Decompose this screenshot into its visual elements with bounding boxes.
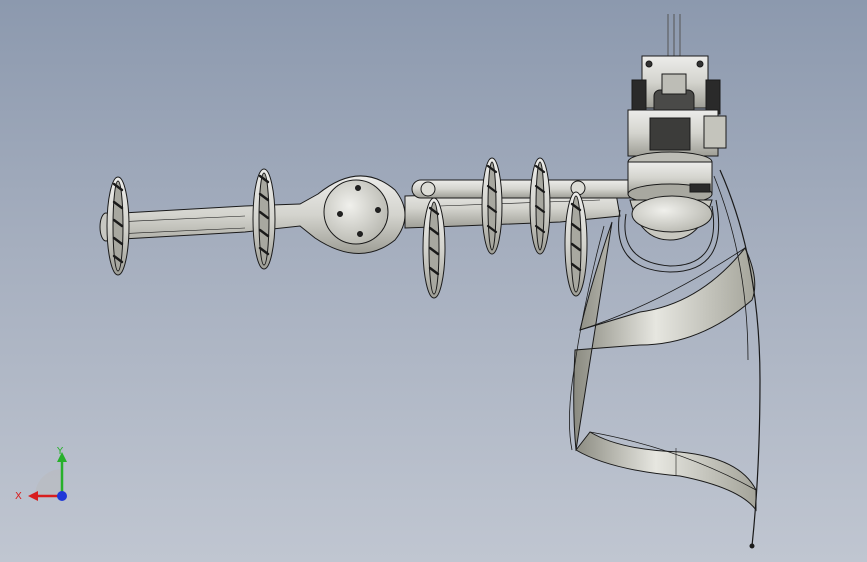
y-axis-label: Y <box>56 446 64 457</box>
wrist-hub[interactable] <box>618 195 720 273</box>
main-arm[interactable] <box>99 175 406 254</box>
coordinate-triad-icon: Y X <box>15 446 67 502</box>
x-axis-label: X <box>15 491 22 502</box>
robot-arm-model[interactable] <box>0 0 867 562</box>
motor-housing[interactable] <box>627 14 727 205</box>
ring-2[interactable] <box>252 168 276 270</box>
ring-1[interactable] <box>106 176 130 276</box>
ring-5[interactable] <box>529 157 551 255</box>
ring-6[interactable] <box>564 191 588 297</box>
ring-3[interactable] <box>422 197 446 299</box>
ring-4[interactable] <box>481 157 503 255</box>
cad-viewport[interactable]: Y X <box>0 0 867 562</box>
